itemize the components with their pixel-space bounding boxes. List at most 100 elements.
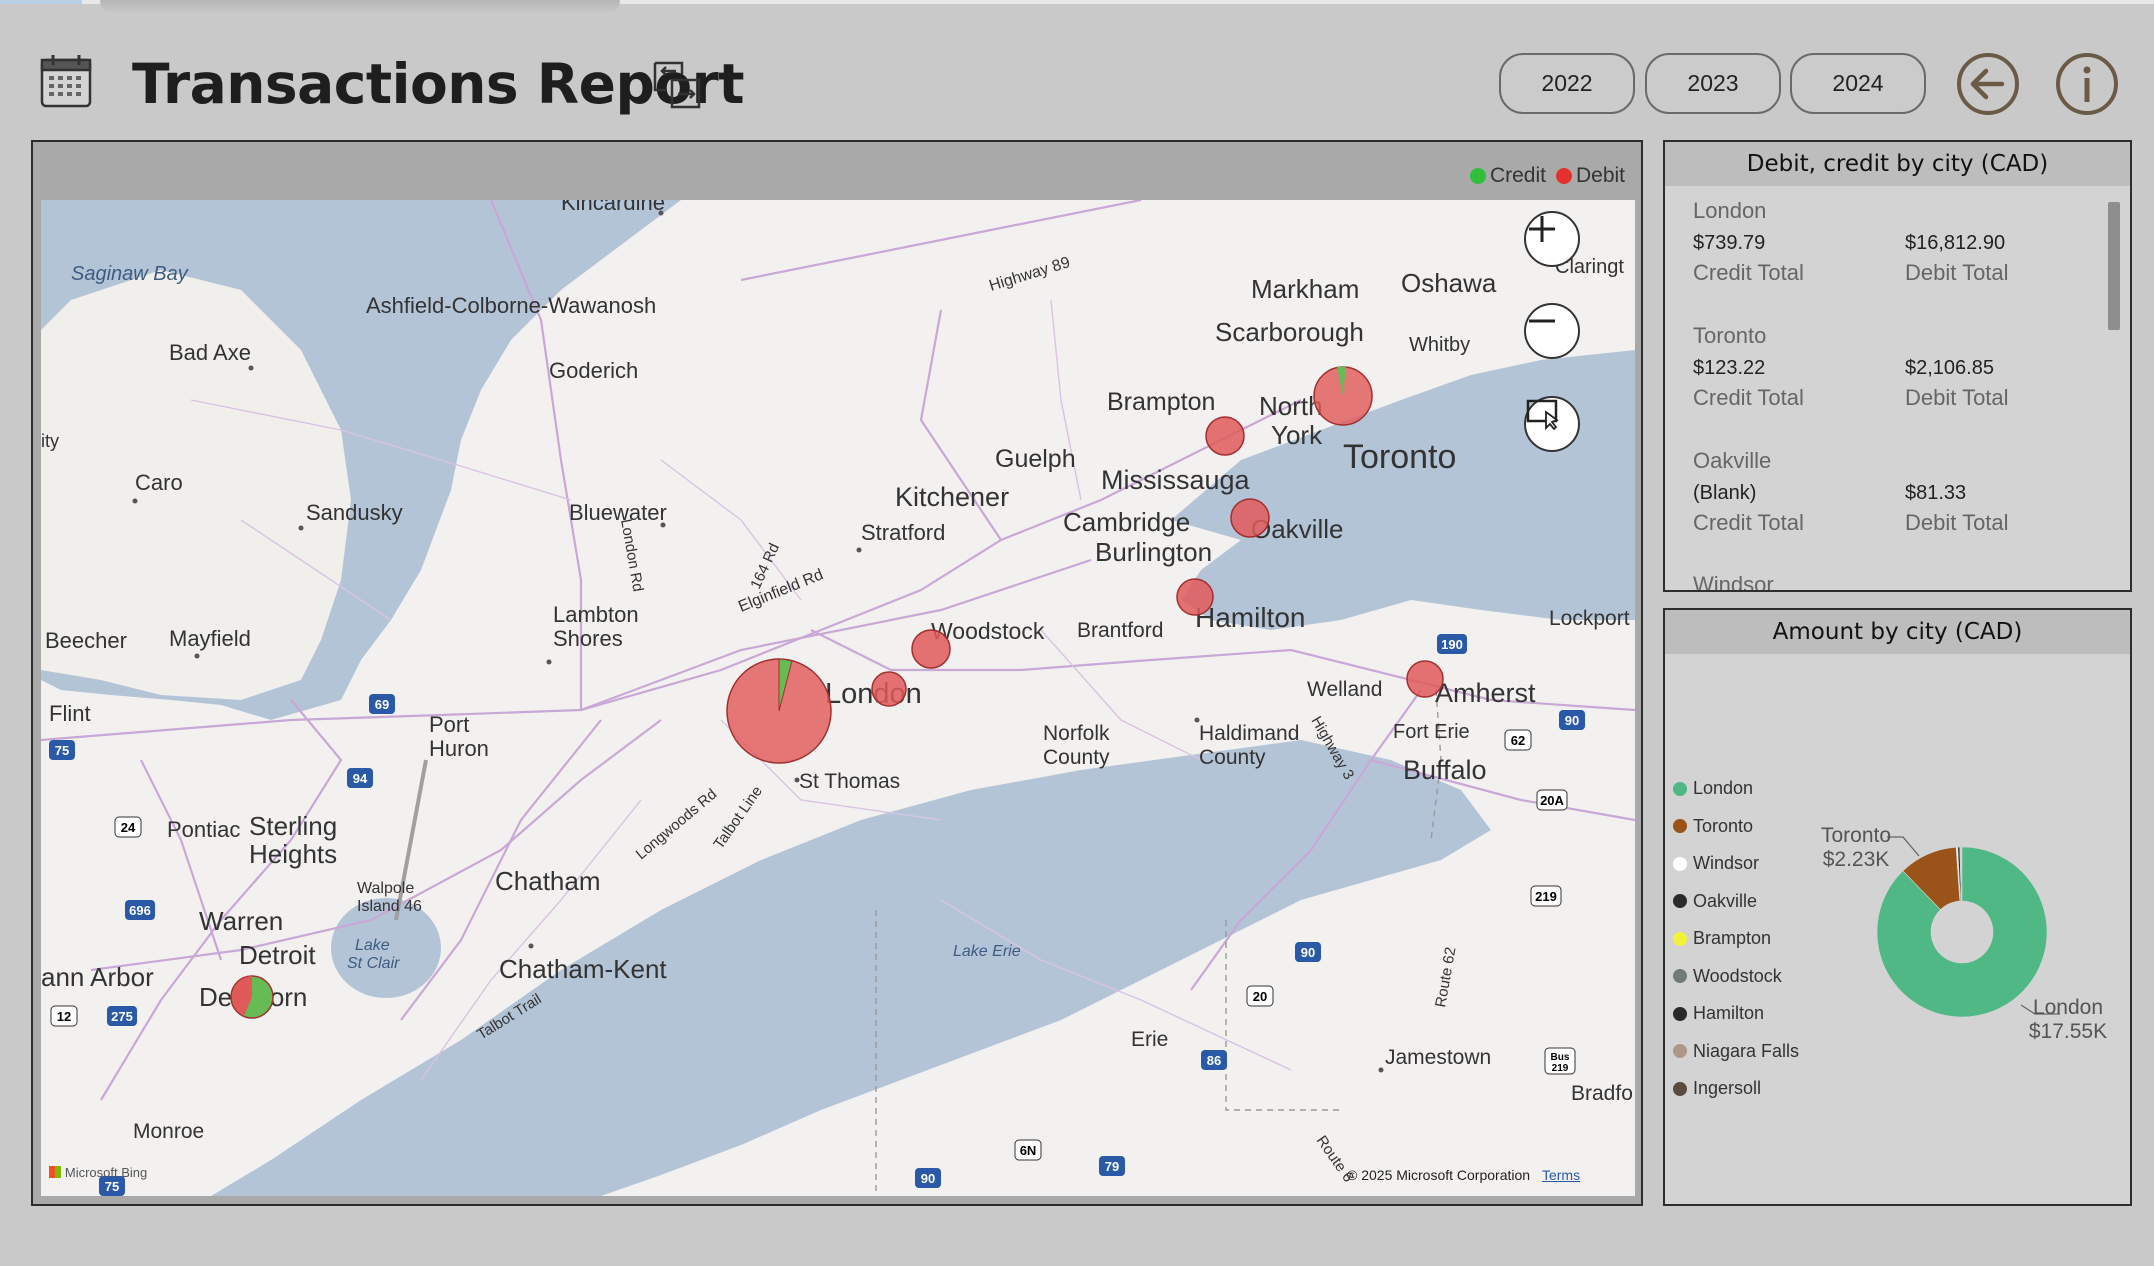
credit-value: $739.79: [1693, 232, 1766, 254]
rect-select-button[interactable]: [1524, 396, 1580, 452]
map-label-brantford: Brantford: [1077, 619, 1163, 642]
city-card-london: London $739.79 $16,812.90 Credit Total D…: [1693, 198, 2009, 285]
shield-79: 79: [1099, 1156, 1125, 1176]
map-label-caro: Caro: [135, 470, 183, 495]
map-label-brampton: Brampton: [1107, 388, 1215, 416]
credit-dot-icon: [1469, 168, 1486, 184]
map-label-beecher: Beecher: [45, 628, 127, 653]
attribution-text: © 2025 Microsoft Corporation: [1347, 1167, 1531, 1183]
hamilton-bubble: [1176, 578, 1214, 616]
map-label-lake: Lake: [355, 937, 390, 954]
terms-link[interactable]: Terms: [1542, 1167, 1580, 1183]
map-label-burlington: Burlington: [1095, 537, 1212, 567]
toronto-label: Toronto $2.23K: [1811, 824, 1901, 872]
london-label-name: London: [2032, 996, 2104, 1019]
london-label-value: $17.55K: [2028, 1020, 2108, 1043]
map-label-oshawa: Oshawa: [1401, 268, 1497, 298]
map-label-markham: Markham: [1251, 274, 1359, 304]
svg-text:86: 86: [1207, 1053, 1221, 1068]
svg-text:90: 90: [1301, 945, 1315, 960]
zoom-out-button[interactable]: [1524, 303, 1580, 359]
map-label-highway89: Highway 89: [987, 254, 1072, 295]
map-label-talbot-line: Talbot Line: [710, 783, 766, 852]
panel-scrollbar[interactable]: [2108, 202, 2120, 330]
map-label-hamilton: Hamilton: [1195, 602, 1305, 633]
map-label-route62: Route 62: [1432, 946, 1459, 1009]
shield-219: 219: [1530, 885, 1562, 907]
map-label-pontiac: Pontiac: [167, 817, 240, 842]
debit-value: $2,106.85: [1905, 357, 1994, 379]
map-label-mayfield: Mayfield: [169, 626, 251, 651]
map-label-shores: Shores: [553, 626, 623, 651]
back-arrow-icon[interactable]: [1956, 52, 2020, 116]
info-icon[interactable]: [2055, 52, 2119, 116]
shield-20: 20: [1246, 985, 1274, 1007]
svg-text:275: 275: [111, 1009, 133, 1024]
svg-text:79: 79: [1105, 1159, 1119, 1174]
debit-label: Debit Total: [1905, 260, 2009, 285]
city-card-oakville: Oakville (Blank) $81.33 Credit Total Deb…: [1693, 448, 2009, 535]
shield-275: 275: [107, 1006, 137, 1026]
map-label-whitby: Whitby: [1409, 334, 1470, 356]
london-bubble: [726, 658, 832, 764]
shield-bus219: Bus219: [1544, 1047, 1576, 1075]
year-button-2024[interactable]: 2024: [1790, 53, 1926, 114]
map-label-county1: County: [1043, 746, 1110, 769]
map-label-island: Island 46: [357, 898, 422, 915]
debit-label: Debit Total: [1905, 385, 2009, 410]
swap-page-icon[interactable]: [652, 60, 702, 110]
map-svg: Kincardine Saginaw Bay Ashfield-Colborne…: [41, 200, 1635, 1196]
woodstock-bubble: [911, 629, 951, 669]
city-name: Windsor: [1693, 572, 1774, 592]
zoom-in-button[interactable]: [1524, 211, 1580, 267]
shield-24: 24: [114, 816, 142, 838]
svg-text:90: 90: [921, 1171, 935, 1186]
svg-text:69: 69: [375, 697, 389, 712]
calendar-icon[interactable]: [40, 54, 92, 108]
shield-190: 190: [1437, 634, 1467, 654]
map-label-haldimand: Haldimand: [1199, 722, 1299, 745]
map-label-chatham-kent: Chatham-Kent: [499, 954, 667, 984]
svg-text:75: 75: [55, 743, 69, 758]
debit-credit-title: Debit, credit by city (CAD): [1665, 142, 2130, 186]
map-label-saginaw: Saginaw Bay: [71, 263, 189, 285]
svg-text:219: 219: [1552, 1063, 1569, 1074]
ingersoll-bubble: [871, 671, 907, 707]
map-legend: Credit Debit: [1469, 164, 1625, 188]
brampton-bubble: [1205, 416, 1245, 456]
oakville-bubble: [1230, 498, 1270, 538]
svg-text:190: 190: [1441, 637, 1463, 652]
credit-value: $123.22: [1693, 357, 1766, 379]
map-label-port: Port: [429, 712, 469, 737]
minus-icon: [1529, 319, 1555, 323]
map-label-york: York: [1271, 420, 1323, 450]
map-label-erie: Erie: [1131, 1028, 1168, 1051]
shield-90b: 90: [1295, 942, 1321, 962]
svg-text:696: 696: [129, 903, 151, 918]
map-label-fort-erie: Fort Erie: [1393, 721, 1470, 743]
map-visual: Credit Debit Kincardine Saginaw Bay Ashf…: [31, 140, 1643, 1206]
donut-slice-london[interactable]: [1876, 846, 2048, 1018]
map-canvas[interactable]: Kincardine Saginaw Bay Ashfield-Colborne…: [41, 200, 1635, 1196]
debit-value: $16,812.90: [1905, 232, 2006, 254]
bing-label: Microsoft Bing: [64, 1165, 148, 1180]
toronto-bubble: [1313, 366, 1373, 426]
map-label-walpole: Walpole: [357, 880, 414, 897]
debit-value: $81.33: [1905, 482, 1967, 504]
map-label-norfolk: Norfolk: [1043, 722, 1110, 745]
credit-value: (Blank): [1693, 482, 1757, 504]
debit-credit-panel: Debit, credit by city (CAD) London $739.…: [1663, 140, 2132, 592]
map-label-ity: ity: [41, 431, 59, 451]
credit-label: Credit Total: [1693, 510, 1804, 535]
windsor-bubble: [230, 975, 274, 1019]
year-button-2022[interactable]: 2022: [1499, 53, 1635, 114]
map-label-kincardine: Kincardine: [561, 200, 665, 215]
shield-86: 86: [1201, 1050, 1227, 1070]
svg-text:Bus: Bus: [1551, 1052, 1570, 1063]
year-button-2023[interactable]: 2023: [1645, 53, 1781, 114]
toronto-label-value: $2.23K: [1822, 848, 1890, 871]
map-label-bad-axe: Bad Axe: [169, 340, 251, 365]
microsoft-logo-icon: [49, 1166, 61, 1178]
shield-90c: 90: [915, 1168, 941, 1188]
svg-text:75: 75: [105, 1179, 119, 1194]
